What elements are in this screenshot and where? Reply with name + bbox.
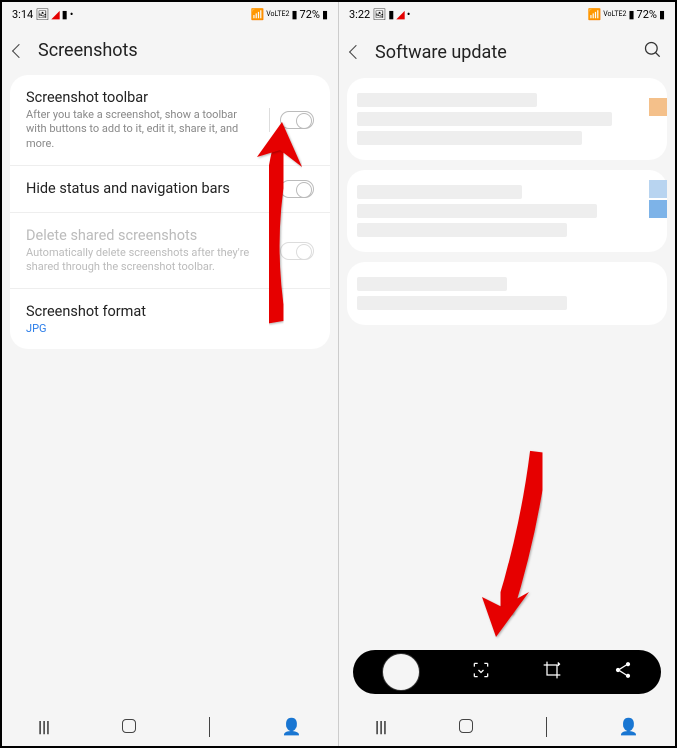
toggle-delete-shared xyxy=(280,242,314,260)
home-icon[interactable] xyxy=(459,719,473,733)
row-delete-shared: Delete shared screenshots Automatically … xyxy=(10,213,330,290)
accessibility-icon[interactable]: 👤 xyxy=(282,717,302,736)
update-item-3[interactable] xyxy=(347,262,667,325)
phone-software-update: 3:22 🖼 ▮ ◢ • 📶 VoLTE2 ▮ 72% ▮ Software u… xyxy=(339,2,675,746)
wifi-icon: 📶 xyxy=(251,8,265,21)
page-title: Software update xyxy=(375,42,507,63)
row-subtitle: Automatically delete screenshots after t… xyxy=(26,246,270,275)
more-icon: • xyxy=(70,8,74,21)
row-value: JPG xyxy=(26,322,314,335)
accent-badge xyxy=(649,98,667,116)
row-title: Delete shared screenshots xyxy=(26,227,270,244)
msg-icon: ▮ xyxy=(388,8,394,21)
accessibility-icon[interactable]: 👤 xyxy=(619,717,639,736)
annotation-arrow-icon xyxy=(444,442,564,652)
toggle-hide-bars[interactable] xyxy=(280,180,314,198)
row-hide-bars[interactable]: Hide status and navigation bars xyxy=(10,166,330,213)
accent-badge xyxy=(649,180,667,198)
volte-icon: VoLTE2 xyxy=(603,10,626,18)
crop-icon[interactable] xyxy=(542,660,562,684)
divider xyxy=(269,108,270,132)
row-screenshot-toolbar[interactable]: Screenshot toolbar After you take a scre… xyxy=(10,75,330,166)
phone-screenshots-settings: 3:14 🖼 ◢ ▮ • 📶 VoLTE2 ▮ 72% ▮ Screenshot… xyxy=(2,2,339,746)
battery-text: 72% xyxy=(300,8,320,21)
scroll-capture-icon[interactable] xyxy=(471,660,491,684)
signal-icon: ▮ xyxy=(628,8,634,21)
recents-icon[interactable]: ||| xyxy=(375,717,387,736)
screenshot-toolbar xyxy=(353,650,661,694)
wifi-icon: 📶 xyxy=(588,8,602,21)
battery-icon: ▮ xyxy=(659,8,665,21)
settings-card: Screenshot toolbar After you take a scre… xyxy=(10,75,330,349)
more-icon: • xyxy=(407,8,411,21)
airtel-icon: ◢ xyxy=(396,8,404,21)
row-subtitle: After you take a screenshot, show a tool… xyxy=(26,108,259,151)
status-time: 3:22 xyxy=(349,8,370,21)
app-bar: Screenshots xyxy=(2,26,338,75)
status-bar: 3:22 🖼 ▮ ◢ • 📶 VoLTE2 ▮ 72% ▮ xyxy=(339,2,675,26)
toggle-screenshot-toolbar[interactable] xyxy=(280,111,314,129)
page-title: Screenshots xyxy=(38,40,138,61)
back-icon[interactable] xyxy=(12,43,26,57)
screenshot-thumbnail[interactable] xyxy=(382,653,420,691)
accent-badge xyxy=(649,200,667,218)
row-format[interactable]: Screenshot format JPG xyxy=(10,289,330,349)
row-title: Screenshot toolbar xyxy=(26,89,259,106)
battery-icon: ▮ xyxy=(322,8,328,21)
update-item-1[interactable] xyxy=(347,78,667,160)
status-time: 3:14 xyxy=(12,8,33,21)
app-bar: Software update xyxy=(339,26,675,78)
volte-icon: VoLTE2 xyxy=(266,10,289,18)
signal-icon: ▮ xyxy=(291,8,297,21)
msg-icon: ▮ xyxy=(62,8,68,21)
row-title: Hide status and navigation bars xyxy=(26,180,270,197)
search-icon[interactable] xyxy=(643,40,663,64)
row-title: Screenshot format xyxy=(26,303,314,320)
airtel-icon: ◢ xyxy=(51,8,59,21)
gallery-icon: 🖼 xyxy=(372,8,386,21)
back-nav-icon[interactable] xyxy=(209,717,210,736)
back-icon[interactable] xyxy=(349,45,363,59)
nav-bar: ||| 👤 xyxy=(339,706,675,746)
nav-bar: ||| 👤 xyxy=(2,706,338,746)
back-nav-icon[interactable] xyxy=(546,717,547,736)
recents-icon[interactable]: ||| xyxy=(38,717,50,736)
battery-text: 72% xyxy=(637,8,657,21)
gallery-icon: 🖼 xyxy=(35,8,49,21)
home-icon[interactable] xyxy=(122,719,136,733)
update-item-2[interactable] xyxy=(347,170,667,252)
status-bar: 3:14 🖼 ◢ ▮ • 📶 VoLTE2 ▮ 72% ▮ xyxy=(2,2,338,26)
share-icon[interactable] xyxy=(613,660,633,684)
